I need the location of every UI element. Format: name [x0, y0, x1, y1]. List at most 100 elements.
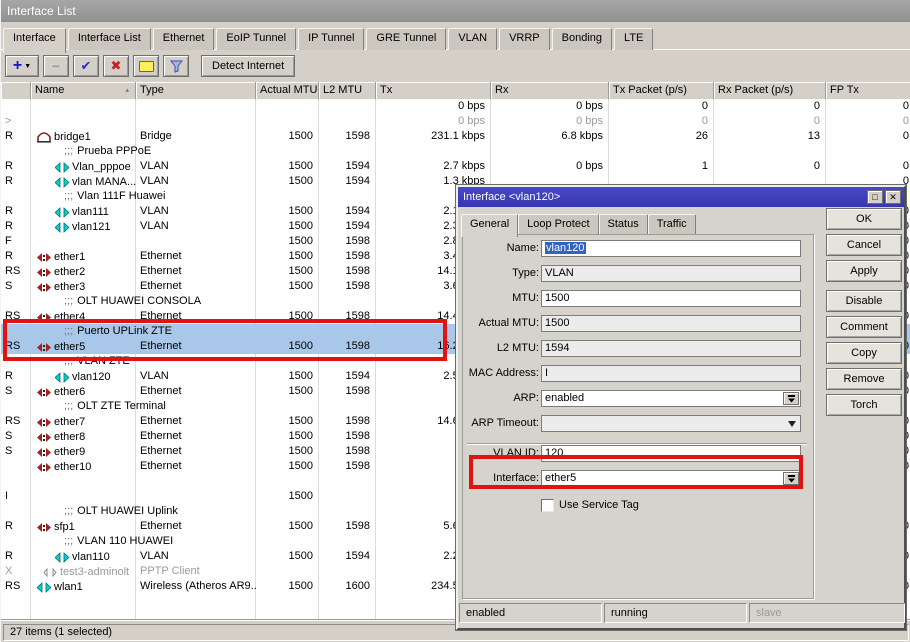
- flag-cell: X: [1, 564, 31, 579]
- name-cell: ether4: [31, 309, 136, 324]
- tab-ethernet[interactable]: Ethernet: [153, 28, 215, 50]
- type-cell: VLAN: [136, 549, 256, 564]
- flag-cell: RS: [1, 309, 31, 324]
- tab-eoip-tunnel[interactable]: EoIP Tunnel: [216, 28, 296, 50]
- remove-button[interactable]: Remove: [826, 368, 902, 390]
- dialog-tab-general[interactable]: General: [461, 214, 518, 237]
- type-row: Type:VLAN: [463, 265, 813, 282]
- column-header-Rx[interactable]: Rx: [491, 82, 609, 99]
- remove-button[interactable]: −: [43, 55, 69, 77]
- flag-cell: R: [1, 549, 31, 564]
- table-row[interactable]: RVlan_pppoeVLAN150015942.7 kbps0 bps100: [1, 159, 910, 174]
- type-cell: Ethernet: [136, 309, 256, 324]
- dialog-tab-loop-protect[interactable]: Loop Protect: [518, 214, 598, 234]
- tab-bonding[interactable]: Bonding: [552, 28, 612, 50]
- torch-button[interactable]: Torch: [826, 394, 902, 416]
- close-icon[interactable]: ✕: [885, 190, 901, 204]
- tab-interface[interactable]: Interface: [3, 28, 66, 53]
- interface-name: bridge1: [54, 131, 91, 143]
- column-header-Tx[interactable]: Tx: [376, 82, 491, 99]
- enable-button[interactable]: ✔: [73, 55, 99, 77]
- arp-field[interactable]: enabled: [541, 390, 801, 407]
- window-titlebar[interactable]: Interface List: [1, 0, 910, 22]
- restore-icon[interactable]: □: [867, 190, 883, 204]
- column-header-FP Tx[interactable]: FP Tx: [826, 82, 910, 99]
- interface-name: vlan120: [72, 371, 111, 383]
- interface-dropdown-button[interactable]: [783, 472, 799, 485]
- actual-mtu-cell: 1500: [256, 549, 319, 564]
- table-row[interactable]: 0 bps0 bps000: [1, 99, 910, 114]
- l2-mtu-cell: 1594: [319, 549, 376, 564]
- toolbar: +▼ − ✔ ✖ Detect Internet: [1, 52, 295, 80]
- dialog-titlebar[interactable]: Interface <vlan120> □ ✕: [458, 187, 904, 207]
- use-service-tag-checkbox[interactable]: [541, 499, 554, 512]
- dialog-status-row: enabledrunningslave: [459, 603, 905, 625]
- interface-name: ether7: [54, 416, 85, 428]
- comment-button[interactable]: Comment: [826, 316, 902, 338]
- name-cell: [31, 114, 136, 129]
- filter-button[interactable]: [163, 55, 189, 77]
- interface-name: vlan111: [72, 206, 109, 218]
- disable-x-icon: ✖: [111, 58, 122, 74]
- detect-internet-button[interactable]: Detect Internet: [201, 55, 295, 77]
- actual-mtu-label: Actual MTU:: [463, 317, 539, 329]
- rx-cell: 0 bps: [491, 114, 609, 129]
- remove-icon: −: [52, 58, 60, 74]
- tab-vrrp[interactable]: VRRP: [499, 28, 550, 50]
- ok-button[interactable]: OK: [826, 208, 902, 230]
- selected-text: vlan120: [545, 242, 586, 254]
- flag-cell: S: [1, 444, 31, 459]
- column-header-Actual MTU[interactable]: Actual MTU: [256, 82, 319, 99]
- name-field[interactable]: vlan120: [541, 240, 801, 257]
- tab-gre-tunnel[interactable]: GRE Tunnel: [366, 28, 446, 50]
- tab-interface-list[interactable]: Interface List: [68, 28, 151, 50]
- l2-mtu-cell: 1598: [319, 519, 376, 534]
- apply-button[interactable]: Apply: [826, 260, 902, 282]
- comment-row[interactable]: ;;;Prueba PPPoE: [1, 144, 910, 159]
- cancel-button[interactable]: Cancel: [826, 234, 902, 256]
- pptp-interface-icon: [43, 567, 57, 578]
- tab-lte[interactable]: LTE: [614, 28, 653, 50]
- mtu-field[interactable]: 1500: [541, 290, 801, 307]
- tab-ip-tunnel[interactable]: IP Tunnel: [298, 28, 364, 50]
- column-header-flags[interactable]: [1, 82, 31, 99]
- detect-internet-label: Detect Internet: [212, 60, 284, 72]
- flag-cell: S: [1, 384, 31, 399]
- flag-cell: [1, 99, 31, 114]
- flag-cell: R: [1, 204, 31, 219]
- column-header-Type[interactable]: Type: [136, 82, 256, 99]
- tx-packet-cell: 26: [609, 129, 714, 144]
- comment-button[interactable]: [133, 55, 159, 77]
- flag-cell: RS: [1, 579, 31, 594]
- vlan-id-field[interactable]: 120: [541, 445, 801, 462]
- flag-cell: RS: [1, 414, 31, 429]
- column-header-Tx Packet (p/s)[interactable]: Tx Packet (p/s): [609, 82, 714, 99]
- dialog-general-panel: Name:vlan120Type:VLANMTU:1500Actual MTU:…: [462, 234, 814, 599]
- copy-button[interactable]: Copy: [826, 342, 902, 364]
- table-row[interactable]: >0 bps0 bps000: [1, 114, 910, 129]
- arp-timeout-field[interactable]: [541, 415, 801, 432]
- disable-button[interactable]: Disable: [826, 290, 902, 312]
- table-row[interactable]: Rbridge1Bridge15001598231.1 kbps6.8 kbps…: [1, 129, 910, 144]
- column-header-Rx Packet (p/s)[interactable]: Rx Packet (p/s): [714, 82, 826, 99]
- tab-vlan[interactable]: VLAN: [448, 28, 497, 50]
- fp-tx-cell: 0: [826, 99, 910, 114]
- type-cell: [136, 234, 256, 249]
- mac-address-row: MAC Address:I: [463, 365, 813, 382]
- add-button[interactable]: +▼: [5, 55, 39, 77]
- arp-timeout-dropdown-arrow-icon[interactable]: [788, 421, 796, 427]
- arp-dropdown-button[interactable]: [783, 392, 799, 405]
- l2-mtu-cell: 1598: [319, 249, 376, 264]
- actual-mtu-cell: 1500: [256, 339, 319, 354]
- dialog-tab-traffic[interactable]: Traffic: [648, 214, 696, 234]
- interface-field[interactable]: ether5: [541, 470, 801, 487]
- chevron-down-icon: ▼: [24, 63, 31, 70]
- column-header-Name[interactable]: Name▴: [31, 82, 136, 99]
- dialog-tab-status[interactable]: Status: [599, 214, 648, 234]
- actual-mtu-cell: 1500: [256, 429, 319, 444]
- interface-name: ether5: [54, 341, 85, 353]
- name-label: Name:: [463, 242, 539, 254]
- disable-button[interactable]: ✖: [103, 55, 129, 77]
- arp-label: ARP:: [463, 392, 539, 404]
- column-header-L2 MTU[interactable]: L2 MTU: [319, 82, 376, 99]
